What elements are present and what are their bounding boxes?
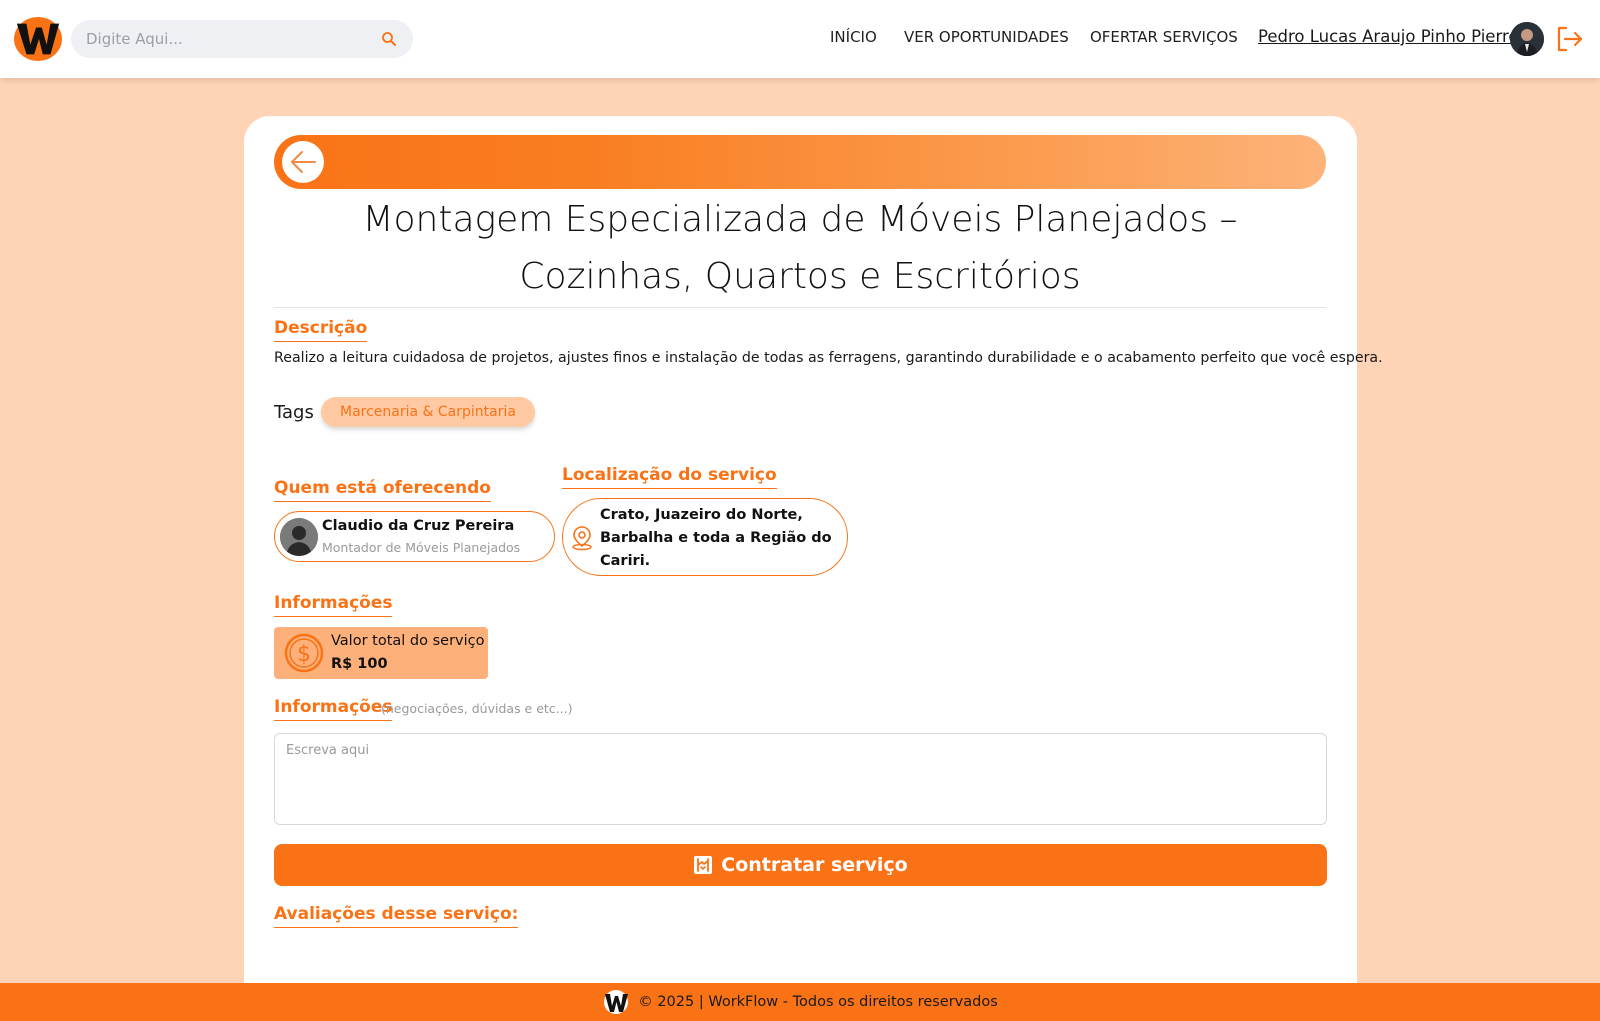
message-section-label: Informações (274, 697, 393, 721)
location-pin-icon (572, 526, 592, 551)
page-footer: © 2025 | WorkFlow - Todos os direitos re… (0, 983, 1600, 1021)
service-banner (274, 135, 1326, 189)
service-title: Montagem Especializada de Móveis Planeja… (362, 199, 1238, 297)
svg-text:$: $ (297, 642, 311, 667)
description-label: Descrição (274, 318, 368, 342)
title-divider (274, 307, 1326, 308)
back-button[interactable] (282, 141, 324, 183)
workflow-logo-icon (16, 23, 60, 55)
message-textarea[interactable] (274, 733, 1327, 825)
location-text: Crato, Juazeiro do Norte, Barbalha e tod… (600, 507, 832, 569)
footer-text: © 2025 | WorkFlow - Todos os direitos re… (638, 994, 998, 1010)
top-navbar: INÍCIO VER OPORTUNIDADES OFERTAR SERVIÇO… (0, 0, 1600, 78)
price-value: R$ 100 (331, 656, 388, 672)
provider-avatar (280, 518, 318, 556)
user-avatar-image (1510, 22, 1544, 56)
person-icon (280, 518, 318, 556)
nav-ver-oportunidades[interactable]: VER OPORTUNIDADES (904, 28, 1069, 46)
provider-name: Claudio da Cruz Pereira (322, 518, 515, 534)
search-bar (71, 20, 413, 58)
user-profile-link[interactable]: Pedro Lucas Araujo Pinho Pierre (1258, 27, 1519, 46)
description-text: Realizo a leitura cuidadosa de projetos,… (274, 350, 1383, 366)
hire-service-label: Contratar serviço (721, 854, 908, 876)
tags-label: Tags (274, 402, 314, 423)
price-label: Valor total do serviço (331, 633, 485, 649)
user-avatar[interactable] (1510, 22, 1544, 56)
nav-ofertar-servicos[interactable]: OFERTAR SERVIÇOS (1090, 28, 1238, 46)
search-input[interactable] (86, 30, 356, 48)
price-card: $ Valor total do serviço R$ 100 (274, 627, 488, 679)
coin-icon: $ (284, 633, 324, 673)
location-section-label: Localização do serviço (562, 465, 777, 489)
back-arrow-icon (291, 151, 316, 173)
handshake-icon (694, 856, 713, 874)
tag-chip[interactable]: Marcenaria & Carpintaria (321, 397, 535, 427)
nav-inicio[interactable]: INÍCIO (830, 28, 877, 46)
search-icon[interactable] (381, 31, 397, 47)
provider-card[interactable]: Claudio da Cruz Pereira Montador de Móve… (274, 511, 555, 562)
location-card: Crato, Juazeiro do Norte, Barbalha e tod… (562, 498, 848, 576)
logout-icon[interactable] (1554, 24, 1584, 54)
provider-section-label: Quem está oferecendo (274, 478, 491, 502)
hire-service-button[interactable]: Contratar serviço (274, 844, 1327, 886)
service-detail-card: Montagem Especializada de Móveis Planeja… (244, 116, 1383, 1021)
workflow-logo-icon (604, 990, 629, 1014)
reviews-section-label: Avaliações desse serviço: (274, 904, 519, 928)
provider-role: Montador de Móveis Planejados (322, 540, 521, 555)
info-section-label: Informações (274, 593, 393, 617)
workflow-logo[interactable] (14, 17, 62, 61)
message-hint: (negociações, dúvidas e etc...) (381, 701, 573, 716)
